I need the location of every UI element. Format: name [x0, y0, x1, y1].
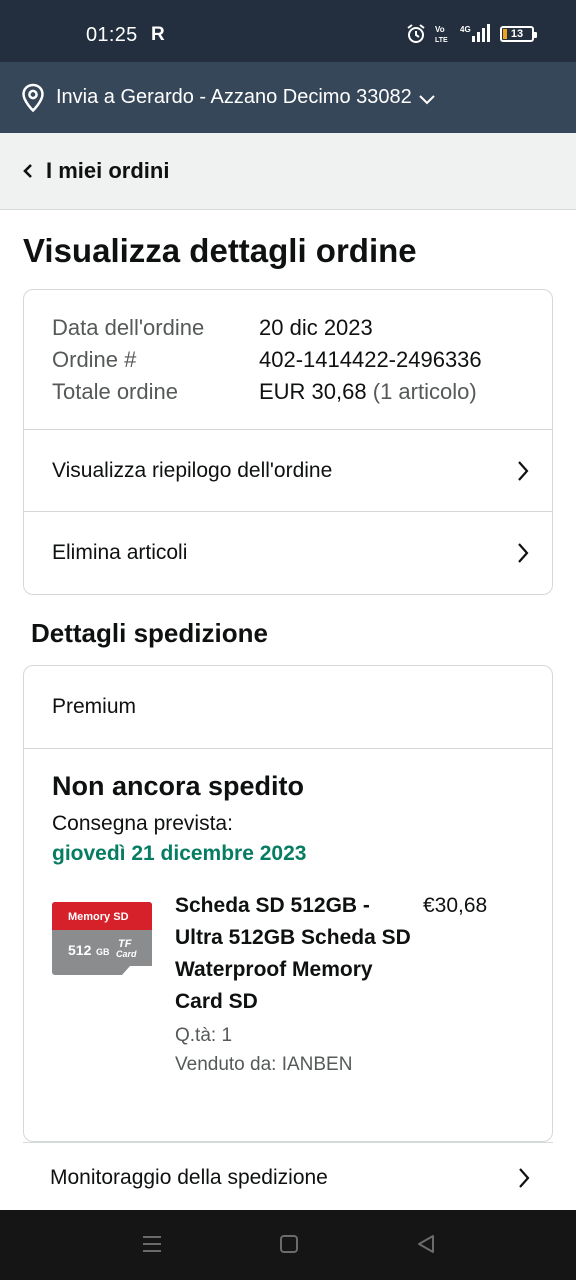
chevron-right-icon	[519, 1167, 530, 1188]
alarm-icon	[407, 24, 425, 43]
item-quantity: Q.tà: 1	[175, 1025, 233, 1046]
order-number-label: Ordine #	[52, 347, 137, 372]
order-total-amount: EUR 30,68	[259, 379, 367, 404]
back-to-orders-link[interactable]: I miei ordini	[0, 133, 576, 210]
order-info-card: Data dell'ordine 20 dic 2023 Ordine # 40…	[23, 289, 553, 595]
svg-text:LTE: LTE	[435, 37, 448, 44]
delete-items-link[interactable]: Elimina articoli	[24, 512, 552, 594]
status-icons: Vo LTE 4G 13	[406, 24, 537, 44]
shipment-tracking-label: Monitoraggio della spedizione	[50, 1165, 328, 1189]
menu-icon[interactable]	[141, 1232, 163, 1256]
delivery-address: Invia a Gerardo - Azzano Decimo 33082	[56, 86, 412, 108]
shipment-status: Non ancora spedito	[52, 771, 305, 801]
svg-text:Vo: Vo	[435, 25, 445, 34]
carrier-indicator: R	[151, 24, 165, 45]
system-navigation-bar	[0, 1210, 576, 1280]
shipping-section-title: Dettagli spedizione	[31, 618, 268, 648]
product-image[interactable]: Memory SD 512 GB TF Card	[52, 902, 152, 975]
battery-icon: 13	[500, 26, 537, 42]
chevron-right-icon	[518, 543, 529, 563]
status-bar: 01:25 R Vo LTE 4G 13	[0, 0, 576, 62]
order-date-row: Data dell'ordine 20 dic 2023	[52, 312, 524, 344]
order-number-value: 402-1414422-2496336	[259, 347, 482, 372]
home-icon[interactable]	[278, 1232, 300, 1256]
svg-text:4G: 4G	[460, 25, 471, 34]
item-price: €30,68	[423, 894, 488, 917]
order-total-label: Totale ordine	[52, 379, 178, 404]
expected-delivery-label: Consegna prevista:	[52, 812, 233, 835]
status-time: 01:25	[86, 24, 138, 46]
delete-items-label: Elimina articoli	[52, 541, 188, 564]
volte-icon: Vo LTE	[435, 25, 448, 44]
svg-text:Card: Card	[116, 949, 137, 959]
chevron-left-icon	[23, 164, 32, 178]
order-date-label: Data dell'ordine	[52, 315, 205, 340]
item-name[interactable]: Scheda SD 512GB - Ultra 512GB Scheda SD …	[175, 890, 413, 1018]
order-number-row: Ordine # 402-1414422-2496336	[52, 344, 524, 376]
delivery-address-bar[interactable]: Invia a Gerardo - Azzano Decimo 33082	[0, 62, 576, 133]
shipment-details: Non ancora spedito Consegna prevista: gi…	[24, 749, 552, 1076]
order-item[interactable]: Memory SD 512 GB TF Card Scheda SD 512GB…	[52, 890, 524, 1076]
svg-text:512: 512	[68, 942, 92, 958]
view-order-summary-link[interactable]: Visualizza riepilogo dell'ordine	[24, 430, 552, 512]
chevron-right-icon	[518, 460, 529, 481]
order-total-items: (1 articolo)	[372, 379, 477, 404]
svg-text:GB: GB	[96, 947, 110, 957]
item-info: Scheda SD 512GB - Ultra 512GB Scheda SD …	[175, 890, 413, 1076]
shipment-card: Premium Non ancora spedito Consegna prev…	[23, 665, 553, 1142]
back-icon[interactable]	[415, 1232, 437, 1256]
page-title: Visualizza dettagli ordine	[23, 232, 417, 269]
battery-level: 13	[510, 28, 524, 40]
order-date-value: 20 dic 2023	[259, 315, 373, 340]
view-order-summary-label: Visualizza riepilogo dell'ordine	[52, 458, 333, 482]
order-info: Data dell'ordine 20 dic 2023 Ordine # 40…	[24, 290, 552, 430]
chevron-down-icon	[419, 94, 435, 104]
svg-text:Memory SD: Memory SD	[68, 911, 129, 923]
location-pin-icon	[22, 83, 44, 112]
shipment-tracking-link[interactable]: Monitoraggio della spedizione	[23, 1142, 553, 1212]
order-total-row: Totale ordine EUR 30,68 (1 articolo)	[52, 376, 524, 408]
back-label: I miei ordini	[46, 158, 170, 183]
signal-icon: 4G	[460, 24, 490, 42]
item-seller: Venduto da: IANBEN	[175, 1054, 353, 1075]
shipping-tier: Premium	[24, 666, 552, 749]
expected-delivery-date: giovedì 21 dicembre 2023	[52, 842, 307, 865]
order-total-value: EUR 30,68 (1 articolo)	[259, 376, 477, 408]
